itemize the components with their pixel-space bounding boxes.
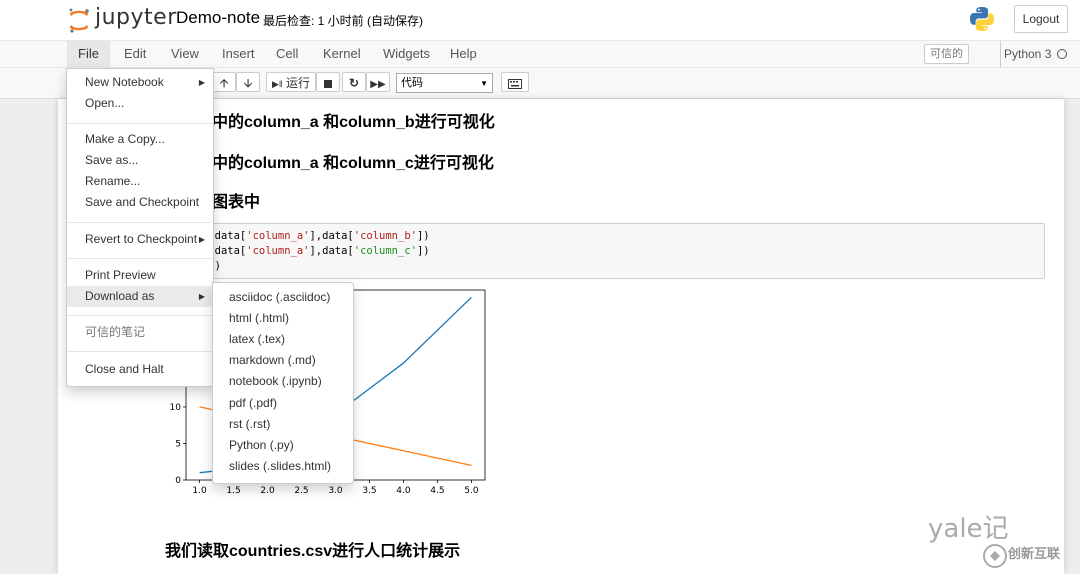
- y-tick-label: 5: [175, 439, 181, 449]
- menu-item-new-notebook[interactable]: New Notebook ▶: [67, 72, 213, 93]
- code-cell[interactable]: t(data['column_a'],data['column_b']) t(d…: [164, 223, 1045, 279]
- menu-view[interactable]: View: [160, 41, 210, 67]
- restart-icon: ↻: [348, 76, 360, 90]
- download-latex[interactable]: latex (.tex): [213, 329, 353, 350]
- caret-right-icon: ▶: [198, 235, 205, 244]
- menu-item-close-halt[interactable]: Close and Halt: [67, 359, 213, 380]
- y-tick-label: 0: [175, 476, 181, 486]
- watermark-brand: 创新互联: [1008, 546, 1061, 561]
- run-button[interactable]: ▶‖ 运行: [266, 72, 316, 92]
- markdown-heading: 我们读取countries.csv进行人口统计展示: [165, 543, 461, 560]
- markdown-heading: 图表中: [212, 194, 261, 211]
- run-label: 运行: [285, 76, 310, 90]
- download-pdf[interactable]: pdf (.pdf): [213, 393, 353, 414]
- x-tick-label: 4.5: [430, 486, 444, 496]
- menu-edit[interactable]: Edit: [113, 41, 157, 67]
- watermark-wechat: yale记: [928, 514, 1009, 544]
- menu-item-revert-checkpoint[interactable]: Revert to Checkpoint ▶: [67, 229, 213, 250]
- menu-divider: [67, 222, 213, 223]
- stop-button[interactable]: [316, 72, 340, 92]
- x-tick-label: 3.5: [362, 486, 376, 496]
- menu-item-save-checkpoint[interactable]: Save and Checkpoint: [67, 192, 213, 213]
- x-tick-label: 4.0: [396, 486, 411, 496]
- x-tick-label: 5.0: [464, 486, 479, 496]
- menu-cell[interactable]: Cell: [265, 41, 309, 67]
- caret-right-icon: ▶: [198, 78, 205, 87]
- logout-button[interactable]: Logout: [1014, 5, 1068, 33]
- kernel-status-icon: [1057, 49, 1067, 59]
- python-logo-icon: [970, 7, 994, 31]
- markdown-heading: 中的column_a 和column_c进行可视化: [212, 155, 494, 172]
- download-rst[interactable]: rst (.rst): [213, 414, 353, 435]
- menu-item-make-copy[interactable]: Make a Copy...: [67, 129, 213, 150]
- menu-divider: [67, 258, 213, 259]
- notebook-name[interactable]: Demo-note: [176, 8, 260, 28]
- move-down-button[interactable]: 🡫: [236, 72, 260, 92]
- cell-type-value: 代码: [401, 77, 423, 89]
- menu-item-rename[interactable]: Rename...: [67, 171, 213, 192]
- kernel-name: Python 3: [1000, 41, 1051, 67]
- download-markdown[interactable]: markdown (.md): [213, 350, 353, 371]
- menu-divider: [67, 315, 213, 316]
- download-python[interactable]: Python (.py): [213, 435, 353, 456]
- x-tick-label: 2.0: [260, 486, 275, 496]
- x-tick-label: 1.0: [192, 486, 207, 496]
- y-tick-label: 10: [170, 403, 182, 413]
- restart-run-all-button[interactable]: ▶▶: [366, 72, 390, 92]
- keyboard-icon: [508, 78, 522, 89]
- markdown-heading: 中的column_a 和column_b进行可视化: [212, 114, 495, 131]
- menu-file[interactable]: File: [67, 41, 110, 67]
- command-palette-button[interactable]: [501, 72, 529, 92]
- menu-help[interactable]: Help: [439, 41, 488, 67]
- fast-forward-icon: ▶▶: [370, 79, 386, 90]
- x-tick-label: 1.5: [226, 486, 240, 496]
- download-asciidoc[interactable]: asciidoc (.asciidoc): [213, 287, 353, 308]
- menu-item-download-as[interactable]: Download as ▶: [67, 286, 213, 307]
- menu-divider: [67, 351, 213, 352]
- move-up-button[interactable]: 🡩: [212, 72, 236, 92]
- menu-divider: [67, 123, 213, 124]
- trusted-indicator[interactable]: 可信的: [924, 44, 969, 64]
- code-line: t(data['column_a'],data['column_b']): [202, 230, 430, 242]
- menu-insert[interactable]: Insert: [211, 41, 266, 67]
- menu-item-save-as[interactable]: Save as...: [67, 150, 213, 171]
- checkpoint-status: 最后检查: 1 小时前 (自动保存): [263, 14, 424, 28]
- download-as-submenu: asciidoc (.asciidoc) html (.html) latex …: [212, 282, 354, 484]
- step-forward-icon: ▶‖: [272, 79, 283, 89]
- download-notebook[interactable]: notebook (.ipynb): [213, 371, 353, 392]
- menu-widgets[interactable]: Widgets: [372, 41, 441, 67]
- arrow-down-icon: 🡫: [243, 76, 253, 90]
- chevron-down-icon: ▼: [480, 79, 488, 88]
- download-slides[interactable]: slides (.slides.html): [213, 456, 353, 477]
- menu-item-print-preview[interactable]: Print Preview: [67, 265, 213, 286]
- caret-right-icon: ▶: [198, 292, 205, 301]
- x-tick-label: 2.5: [294, 486, 308, 496]
- code-line: t(data['column_a'],data['column_c']): [202, 245, 430, 257]
- x-tick-label: 3.0: [328, 486, 343, 496]
- menu-item-trust-notebook[interactable]: 可信的笔记: [67, 322, 213, 343]
- jupyter-logo-text: jupyter: [95, 5, 177, 30]
- stop-icon: [324, 79, 332, 88]
- header: jupyter Demo-note 最后检查: 1 小时前 (自动保存) Log…: [0, 0, 1080, 41]
- file-menu-dropdown: New Notebook ▶ Open... Make a Copy... Sav…: [66, 68, 214, 387]
- download-html[interactable]: html (.html): [213, 308, 353, 329]
- menu-item-open[interactable]: Open...: [67, 93, 213, 114]
- menubar: File Edit View Insert Cell Kernel Widget…: [0, 41, 1080, 68]
- arrow-up-icon: 🡩: [219, 76, 229, 90]
- restart-button[interactable]: ↻: [342, 72, 366, 92]
- cell-type-select[interactable]: 代码 ▼: [396, 73, 493, 93]
- menu-kernel[interactable]: Kernel: [312, 41, 372, 67]
